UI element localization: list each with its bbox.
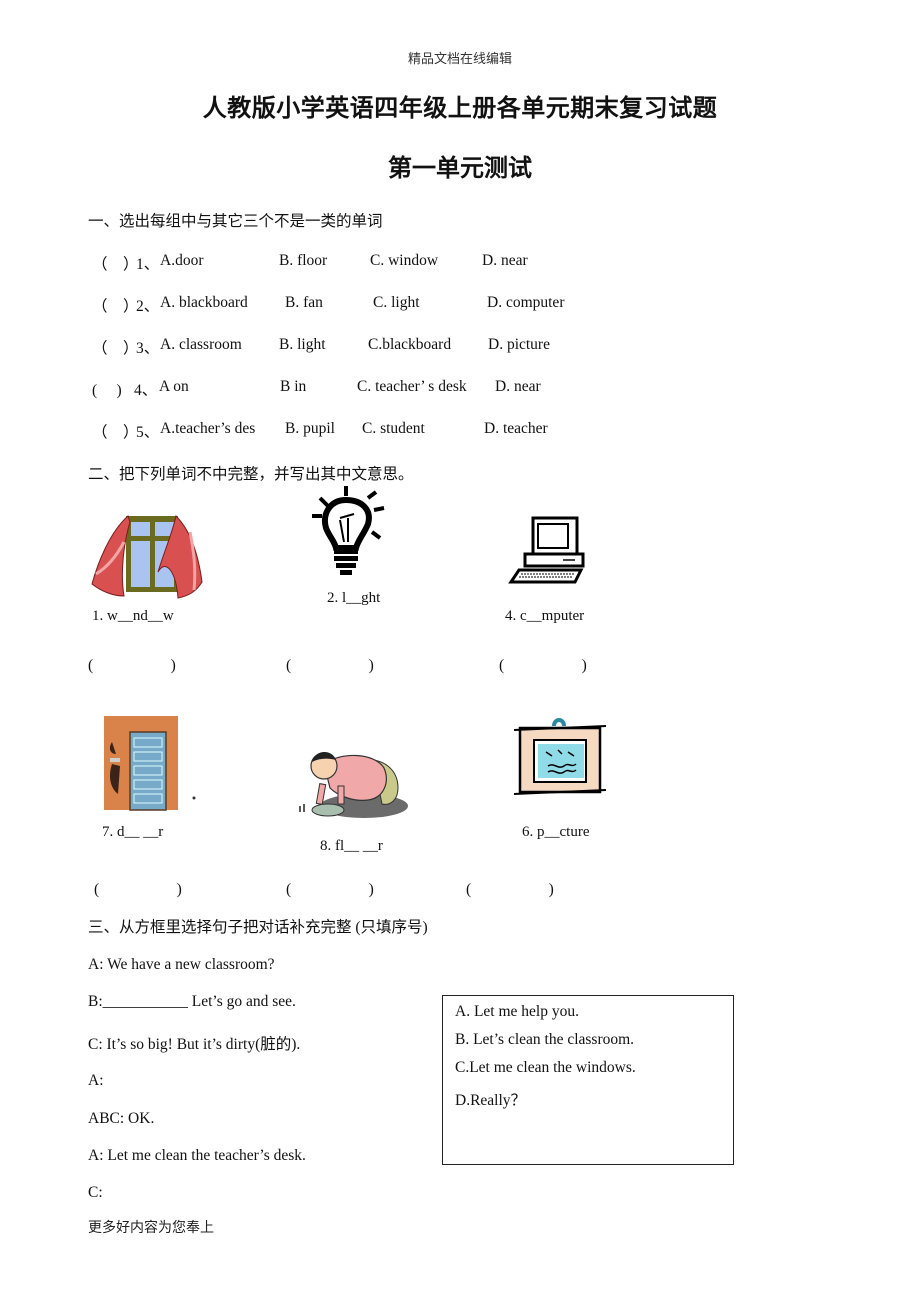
option-a: A.door: [160, 252, 204, 269]
option-b: B. light: [279, 336, 326, 353]
options-box: A. Let me help you. B. Let’s clean the c…: [442, 995, 734, 1165]
option-b: B. fan: [285, 294, 323, 311]
option-d: D. computer: [487, 294, 565, 311]
option-a: A on: [159, 378, 189, 395]
option-c: C.blackboard: [368, 336, 452, 353]
option-c: C. student: [362, 420, 425, 437]
option-d: D. picture: [488, 336, 550, 353]
answer-blank[interactable]: ( ): [94, 877, 182, 899]
unit-title: 第一单元测试: [388, 156, 532, 182]
section2-heading: 二、把下列单词不中完整，并写出其中文意思。: [88, 466, 414, 483]
dialogue-line: A: Let me clean the teacher’s desk.: [88, 1147, 306, 1164]
document-title: 人教版小学英语四年级上册各单元期末复习试题: [202, 96, 718, 122]
option-a: A. classroom: [160, 336, 242, 353]
footer-note: 更多好内容为您奉上: [88, 1221, 214, 1236]
dialogue-line: A: We have a new classroom?: [88, 956, 275, 973]
answer-bracket[interactable]: （ ）: [92, 294, 139, 316]
window-picture: [91, 515, 203, 599]
dialogue-line: C: It’s so big! But it’s dirty(脏的).: [88, 1036, 301, 1053]
answer-bracket[interactable]: ( ): [92, 378, 122, 400]
door-picture: [104, 716, 196, 811]
answer-blank[interactable]: ( ): [466, 877, 554, 899]
question-number: 4、: [134, 382, 158, 399]
section1-heading: 一、选出每组中与其它三个不是一类的单词: [88, 213, 383, 230]
word-label: 6. p__cture: [522, 824, 590, 840]
dialogue-line[interactable]: C:: [88, 1184, 103, 1202]
option-a: A. blackboard: [160, 294, 248, 311]
question-number: 1、: [136, 256, 160, 273]
answer-bracket[interactable]: （ ）: [92, 420, 139, 442]
answer-bracket[interactable]: （ ）: [92, 252, 139, 274]
answer-blank[interactable]: ( ): [286, 653, 374, 675]
answer-blank[interactable]: ( ): [88, 653, 176, 675]
question-number: 5、: [136, 424, 160, 441]
word-label: 7. d__ __r: [102, 824, 164, 840]
computer-picture: [508, 516, 585, 584]
option-c: C. light: [373, 294, 420, 311]
option-item: A. Let me help you.: [455, 1003, 579, 1020]
option-d: D. near: [482, 252, 528, 269]
answer-blank[interactable]: ( ): [499, 653, 587, 675]
word-label: 8. fl__ __r: [320, 838, 383, 854]
option-item: D.Really？: [455, 1092, 527, 1109]
option-a: A.teacher’s des: [160, 420, 256, 437]
option-d: D. near: [495, 378, 541, 395]
option-d: D. teacher: [484, 420, 548, 437]
light-bulb-picture: [312, 486, 385, 575]
header-note: 精品文档在线编辑: [407, 51, 512, 66]
option-c: C. window: [370, 252, 439, 269]
option-b: B. floor: [279, 252, 328, 269]
word-label: 4. c__mputer: [505, 608, 585, 624]
option-b: B in: [280, 378, 307, 395]
answer-blank[interactable]: ( ): [286, 877, 374, 899]
question-number: 3、: [136, 340, 160, 357]
answer-bracket[interactable]: （ ）: [92, 336, 139, 358]
dialogue-line[interactable]: A:: [88, 1072, 104, 1090]
word-label: 2. l__ght: [327, 590, 381, 606]
section3-heading: 三、从方框里选择句子把对话补充完整 (只填序号): [88, 919, 428, 936]
dialogue-line: ABC: OK.: [88, 1110, 155, 1127]
picture-frame-picture: [513, 718, 607, 795]
word-label: 1. w__nd__w: [92, 608, 174, 624]
floor-cleaning-picture: [299, 751, 408, 818]
dialogue-line[interactable]: B:___________ Let’s go and see.: [88, 993, 296, 1011]
question-number: 2、: [136, 298, 160, 315]
option-item: C.Let me clean the windows.: [455, 1059, 636, 1076]
option-item: B. Let’s clean the classroom.: [455, 1031, 635, 1048]
option-b: B. pupil: [285, 420, 335, 437]
option-c: C. teacher’ s desk: [357, 378, 467, 395]
